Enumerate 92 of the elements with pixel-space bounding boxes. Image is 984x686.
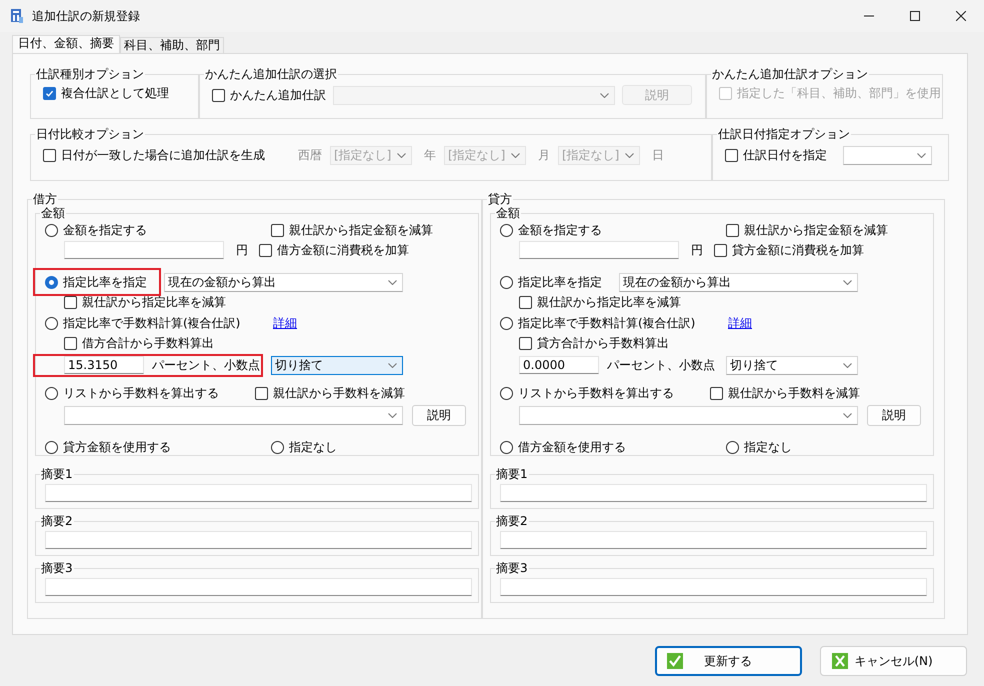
checkbox[interactable]: 親仕訳から手数料を減算 <box>255 384 405 402</box>
date-label: 月 <box>538 146 550 164</box>
checkbox[interactable]: 借方金額に消費税を加算 <box>259 241 409 259</box>
radio-button[interactable]: 指定比率を指定 <box>45 273 147 291</box>
percent-field[interactable]: 15.3150 <box>64 356 144 374</box>
group-title: 金額 <box>495 206 521 220</box>
dropdown[interactable] <box>519 406 858 424</box>
explain-button[interactable]: 説明 <box>867 404 921 426</box>
caret-icon <box>625 152 634 158</box>
date-label: 年 <box>424 146 436 164</box>
summary-field[interactable] <box>45 531 472 549</box>
caret-icon <box>388 412 397 418</box>
check-icon <box>45 88 54 98</box>
caret-icon <box>843 280 852 284</box>
radio-button[interactable]: 指定なし <box>271 438 337 456</box>
checkbox[interactable]: 親仕訳から指定比率を減算 <box>519 293 681 311</box>
check-icon <box>666 652 684 670</box>
window-title: 追加仕訳の新規登録 <box>32 8 140 24</box>
summary-field[interactable] <box>45 484 472 502</box>
date-label: 日 <box>652 146 664 164</box>
group-title: かんたん追加仕訳オプション <box>711 67 869 81</box>
group-title: 貸方 <box>487 192 513 206</box>
group-title: 摘要3 <box>40 561 74 575</box>
checkbox[interactable]: 複合仕訳として処理 <box>43 84 169 102</box>
date-label: 西暦 <box>298 146 322 164</box>
close-icon <box>956 11 966 21</box>
summary-field[interactable] <box>45 578 472 596</box>
tab[interactable]: 科目、補助、部門 <box>120 37 224 53</box>
caret-icon <box>600 92 609 98</box>
dropdown[interactable]: 切り捨て <box>726 356 858 374</box>
radio-button[interactable]: 指定比率を指定 <box>500 273 602 291</box>
group-title: 摘要2 <box>495 514 529 528</box>
checkbox[interactable]: 貸方合計から手数料算出 <box>519 334 669 352</box>
cross-icon <box>831 652 849 670</box>
caret-icon <box>388 280 397 284</box>
radio-button[interactable]: 貸方金額を使用する <box>45 438 271 456</box>
amount-field[interactable] <box>519 241 679 259</box>
radio-button[interactable]: リストから手数料を算出する <box>45 384 255 402</box>
checkbox[interactable]: 親仕訳から指定金額を減算 <box>271 221 433 239</box>
group-title: 日付比較オプション <box>35 127 145 141</box>
unit-label: 円 <box>690 242 704 258</box>
checkbox[interactable]: 親仕訳から指定比率を減算 <box>64 293 226 311</box>
amount-field[interactable] <box>64 241 224 259</box>
unit-label: パーセント、小数点 <box>152 356 260 374</box>
group-title: 摘要1 <box>40 467 74 481</box>
unit-label: 円 <box>235 242 249 258</box>
group-title: 仕訳種別オプション <box>35 67 145 81</box>
maximize-icon <box>910 11 920 21</box>
unit-label: パーセント、小数点 <box>607 356 715 374</box>
radio-button[interactable]: リストから手数料を算出する <box>500 384 710 402</box>
dropdown[interactable]: 切り捨て <box>271 356 403 374</box>
group-title: 金額 <box>40 206 66 220</box>
group-title: 摘要3 <box>495 561 529 575</box>
radio-button[interactable]: 金額を指定する <box>45 221 271 239</box>
radio-button[interactable]: 指定比率で手数料計算(複合仕訳) <box>45 314 271 332</box>
radio-button[interactable]: 借方金額を使用する <box>500 438 726 456</box>
dropdown[interactable] <box>64 406 403 424</box>
explain-button[interactable]: 説明 <box>412 404 466 426</box>
group-title: 借方 <box>32 192 58 206</box>
caret-icon <box>511 152 520 158</box>
radio-button[interactable]: 金額を指定する <box>500 221 726 239</box>
group-title: 仕訳日付指定オプション <box>717 127 851 141</box>
caret-icon <box>843 412 852 418</box>
checkbox[interactable]: 親仕訳から手数料を減算 <box>710 384 860 402</box>
group-title: かんたん追加仕訳の選択 <box>204 67 338 81</box>
checkbox[interactable]: 親仕訳から指定金額を減算 <box>726 221 888 239</box>
summary-field[interactable] <box>500 484 927 502</box>
cancel-button[interactable]: キャンセル(N) <box>820 646 967 676</box>
checkbox[interactable]: かんたん追加仕訳 <box>212 86 333 104</box>
caret-icon <box>843 362 852 368</box>
summary-field[interactable] <box>500 578 927 596</box>
dropdown[interactable]: 現在の金額から算出 <box>164 272 403 292</box>
radio-button[interactable]: 指定なし <box>726 438 792 456</box>
caret-icon <box>388 362 397 368</box>
dropdown[interactable]: 現在の金額から算出 <box>619 272 858 292</box>
details-link[interactable]: 詳細 <box>728 314 752 332</box>
app-icon <box>10 8 24 24</box>
caret-icon <box>397 152 406 158</box>
radio-button[interactable]: 指定比率で手数料計算(複合仕訳) <box>500 314 726 332</box>
details-link[interactable]: 詳細 <box>273 314 297 332</box>
checkbox[interactable]: 貸方金額に消費税を加算 <box>714 241 864 259</box>
caret-icon <box>917 152 926 158</box>
checkbox[interactable]: 仕訳日付を指定 <box>725 146 843 164</box>
update-button[interactable]: 更新する <box>655 646 802 676</box>
checkbox[interactable]: 借方合計から手数料算出 <box>64 334 214 352</box>
dropdown[interactable] <box>843 146 932 164</box>
group-title: 摘要1 <box>495 467 529 481</box>
checkbox[interactable]: 日付が一致した場合に追加仕訳を生成 <box>43 146 286 164</box>
summary-field[interactable] <box>500 531 927 549</box>
tab[interactable]: 日付、金額、摘要 <box>12 35 120 53</box>
percent-field[interactable]: 0.0000 <box>519 356 599 374</box>
group-title: 摘要2 <box>40 514 74 528</box>
